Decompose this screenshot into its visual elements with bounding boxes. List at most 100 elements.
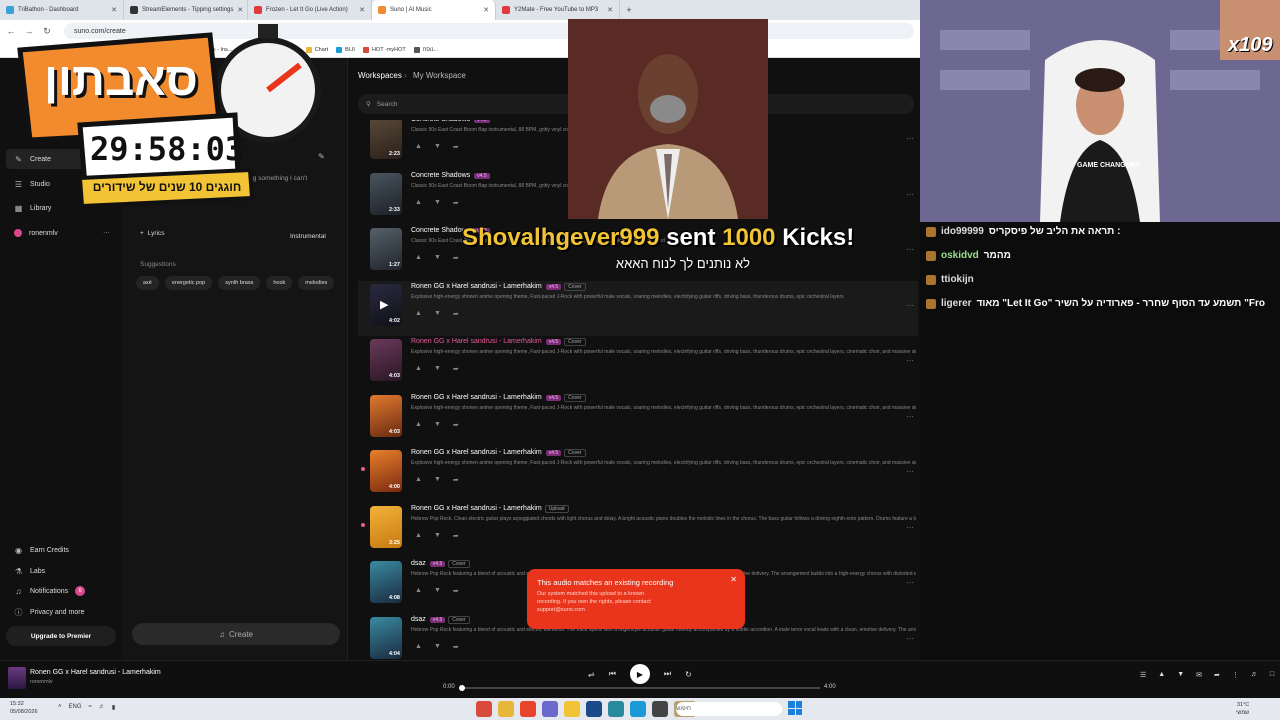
suggestion-chip[interactable]: hook — [266, 276, 293, 290]
more-icon[interactable]: ⋯ — [906, 578, 914, 587]
player-artist[interactable]: ronenmlv — [30, 679, 53, 685]
chrome-icon[interactable] — [498, 701, 514, 717]
wifi-icon[interactable]: ≈ — [89, 704, 92, 711]
toast-line-3[interactable]: support@suno.com — [537, 607, 735, 615]
track-cover[interactable]: 1:27 — [370, 228, 402, 270]
share-icon[interactable]: ➦ — [453, 365, 459, 373]
play-icon[interactable]: ▶ — [380, 298, 388, 311]
browser-tab[interactable]: Y2Mate - Free YouTube to MP3 ✕ — [496, 0, 620, 20]
track-title[interactable]: dsaz v4.5 Cover — [411, 615, 470, 624]
share-icon[interactable]: ➦ — [1214, 671, 1220, 679]
nav-notifications[interactable]: ♫ Notifications 6 — [6, 581, 116, 601]
previous-icon[interactable]: ⏮ — [609, 669, 616, 679]
track-title[interactable]: Ronen GG x Harel sandrusi - Lamerhakim v4… — [411, 282, 586, 291]
like-icon[interactable]: ▲ — [415, 254, 422, 262]
comment-icon[interactable]: ✉ — [1196, 671, 1202, 679]
more-icon[interactable]: ⋯ — [103, 229, 110, 237]
edge-icon[interactable] — [630, 701, 646, 717]
like-icon[interactable]: ▲ — [415, 365, 422, 373]
like-icon[interactable]: ▲ — [415, 643, 422, 651]
folder-icon[interactable] — [564, 701, 580, 717]
close-icon[interactable]: ✕ — [730, 575, 737, 584]
share-icon[interactable]: ➦ — [453, 476, 459, 484]
like-icon[interactable]: ▲ — [415, 476, 422, 484]
track-title[interactable]: Ronen GG x Harel sandrusi - Lamerhakim Up… — [411, 504, 569, 513]
more-icon[interactable]: ⋯ — [906, 245, 914, 254]
player-cover[interactable] — [8, 667, 26, 689]
suggestion-chip[interactable]: melodies — [298, 276, 335, 290]
instrumental-toggle[interactable]: Instrumental — [290, 233, 326, 240]
track-cover[interactable]: 4:08 — [370, 561, 402, 603]
like-icon[interactable]: ▲ — [415, 143, 422, 151]
taskbar-search[interactable]: חיפוש — [676, 702, 782, 716]
app-icon[interactable] — [652, 701, 668, 717]
track-cover[interactable]: ▶ 4:02 — [370, 283, 402, 326]
dislike-icon[interactable]: ▼ — [434, 476, 441, 484]
share-icon[interactable]: ➦ — [453, 643, 459, 651]
progress-knob[interactable] — [459, 685, 465, 691]
next-icon[interactable]: ⏭ — [664, 669, 671, 679]
track-title[interactable]: Ronen GG x Harel sandrusi - Lamerhakim v4… — [411, 338, 586, 346]
track-row[interactable]: 4:03 Ronen GG x Harel sandrusi - Lamerhak… — [358, 392, 918, 447]
more-icon[interactable]: ⋯ — [906, 523, 914, 532]
player-title[interactable]: Ronen GG x Harel sandrusi - Lamerhakim — [30, 669, 161, 676]
progress-bar[interactable] — [459, 685, 820, 691]
track-cover[interactable]: 4:03 — [370, 394, 402, 437]
dislike-icon[interactable]: ▼ — [434, 421, 441, 429]
dislike-icon[interactable]: ▼ — [434, 532, 441, 540]
track-title[interactable]: Ronen GG x Harel sandrusi - Lamerhakim v4… — [411, 449, 586, 457]
bookmark-item[interactable]: BLII — [336, 46, 355, 53]
dislike-icon[interactable]: ▼ — [434, 143, 441, 151]
clock[interactable]: 15:32 05/08/2026 — [10, 700, 38, 716]
track-cover[interactable]: 4:04 — [370, 616, 402, 659]
share-icon[interactable]: ➦ — [453, 532, 459, 540]
like-icon[interactable]: ▲ — [415, 587, 422, 595]
close-icon[interactable]: ✕ — [607, 6, 613, 14]
like-icon[interactable]: ▲ — [415, 310, 422, 318]
dislike-icon[interactable]: ▼ — [434, 310, 441, 318]
lyrics-button[interactable]: + Lyrics — [140, 230, 165, 237]
close-icon[interactable]: ✕ — [483, 6, 489, 14]
dislike-icon[interactable]: ▼ — [434, 365, 441, 373]
play-button[interactable]: ▶ — [629, 664, 650, 684]
queue-icon[interactable]: ☰ — [1140, 671, 1146, 679]
more-icon[interactable]: ⋯ — [906, 301, 914, 310]
more-icon[interactable]: ⋯ — [906, 467, 914, 476]
steam-icon[interactable] — [586, 701, 602, 717]
browser-tab[interactable]: Suno | AI Music ✕ — [372, 0, 496, 20]
track-title[interactable]: Ronen GG x Harel sandrusi - Lamerhakim v4… — [411, 393, 586, 402]
track-row[interactable]: 3:25 Ronen GG x Harel sandrusi - Lamerhak… — [358, 503, 918, 558]
nav-privacy[interactable]: ⓘ Privacy and more — [6, 602, 116, 622]
volume-icon[interactable]: ♬ — [1251, 671, 1258, 679]
suggestion-chip[interactable]: synth brass — [218, 276, 261, 290]
bookmark-item[interactable]: HOT -myHOT — [362, 46, 406, 53]
nav-profile[interactable]: ronenmlv ⋯ — [6, 223, 116, 243]
like-icon[interactable]: ▲ — [1158, 671, 1165, 679]
more-icon[interactable]: ⋯ — [906, 634, 914, 643]
battery-icon[interactable]: ▮ — [112, 704, 115, 711]
share-icon[interactable]: ➦ — [453, 421, 459, 429]
share-icon[interactable]: ➦ — [453, 199, 459, 207]
nav-labs[interactable]: ⚗ Labs — [6, 561, 116, 581]
breadcrumb-workspaces[interactable]: Workspaces — [358, 71, 402, 80]
track-title[interactable]: Concrete Shadows v4.5 — [411, 120, 490, 123]
dislike-icon[interactable]: ▼ — [434, 643, 441, 651]
share-icon[interactable]: ➦ — [453, 587, 459, 595]
track-row[interactable]: 4:00 Ronen GG x Harel sandrusi - Lamerhak… — [358, 447, 918, 502]
share-icon[interactable]: ➦ — [453, 254, 459, 262]
app-icon[interactable] — [608, 701, 624, 717]
weather-widget[interactable]: 31°C שמשי — [1236, 701, 1249, 717]
like-icon[interactable]: ▲ — [415, 532, 422, 540]
shuffle-icon[interactable]: ⇌ — [588, 670, 595, 679]
app-icon[interactable] — [476, 701, 492, 717]
dislike-icon[interactable]: ▼ — [1177, 671, 1184, 679]
share-icon[interactable]: ➦ — [453, 143, 459, 151]
more-icon[interactable]: ⋯ — [906, 412, 914, 421]
expand-icon[interactable]: □ — [1270, 671, 1274, 679]
track-row[interactable]: ▶ 4:02 Ronen GG x Harel sandrusi - Lamerha… — [358, 280, 918, 336]
windows-start-icon[interactable] — [788, 701, 802, 715]
upgrade-button[interactable]: Upgrade to Premier — [6, 626, 116, 646]
like-icon[interactable]: ▲ — [415, 199, 422, 207]
suggestion-chip[interactable]: axé — [136, 276, 159, 290]
track-cover[interactable]: 4:00 — [370, 450, 402, 492]
